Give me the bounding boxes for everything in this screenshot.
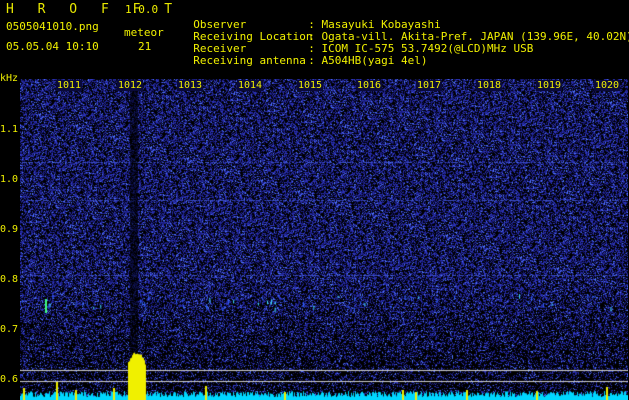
- x-tick: 1020: [594, 80, 621, 91]
- spectrogram: [20, 79, 628, 400]
- x-tick: 1015: [297, 80, 324, 91]
- x-tick: 1011: [56, 80, 83, 91]
- y-tick: 0.6: [0, 374, 19, 385]
- y-tick: 0.9: [0, 224, 19, 235]
- y-tick: 1.0: [0, 174, 19, 185]
- x-tick: 1014: [237, 80, 264, 91]
- x-tick: 1013: [177, 80, 204, 91]
- app-version: 1.0.0: [125, 3, 159, 16]
- x-tick: 1012: [117, 80, 144, 91]
- y-tick: 1.1: [0, 124, 19, 135]
- timestamp: 05.05.04 10:10: [6, 40, 99, 53]
- counter-value: 21: [138, 40, 152, 53]
- x-tick: 1018: [476, 80, 503, 91]
- meta-antenna: Receiving antenna: A504HB(yagi 4el): [180, 41, 427, 67]
- y-tick: 0.8: [0, 274, 19, 285]
- file-name: 0505041010.png: [6, 20, 99, 33]
- meta-key: Receiving antenna: [193, 54, 306, 67]
- x-tick: 1019: [536, 80, 563, 91]
- x-tick: 1017: [416, 80, 443, 91]
- x-tick: 1016: [356, 80, 383, 91]
- y-tick: 0.7: [0, 324, 19, 335]
- meta-value: : A504HB(yagi 4el): [308, 54, 428, 67]
- counter-label: meteor: [124, 26, 164, 39]
- y-unit-label: kHz: [0, 73, 19, 84]
